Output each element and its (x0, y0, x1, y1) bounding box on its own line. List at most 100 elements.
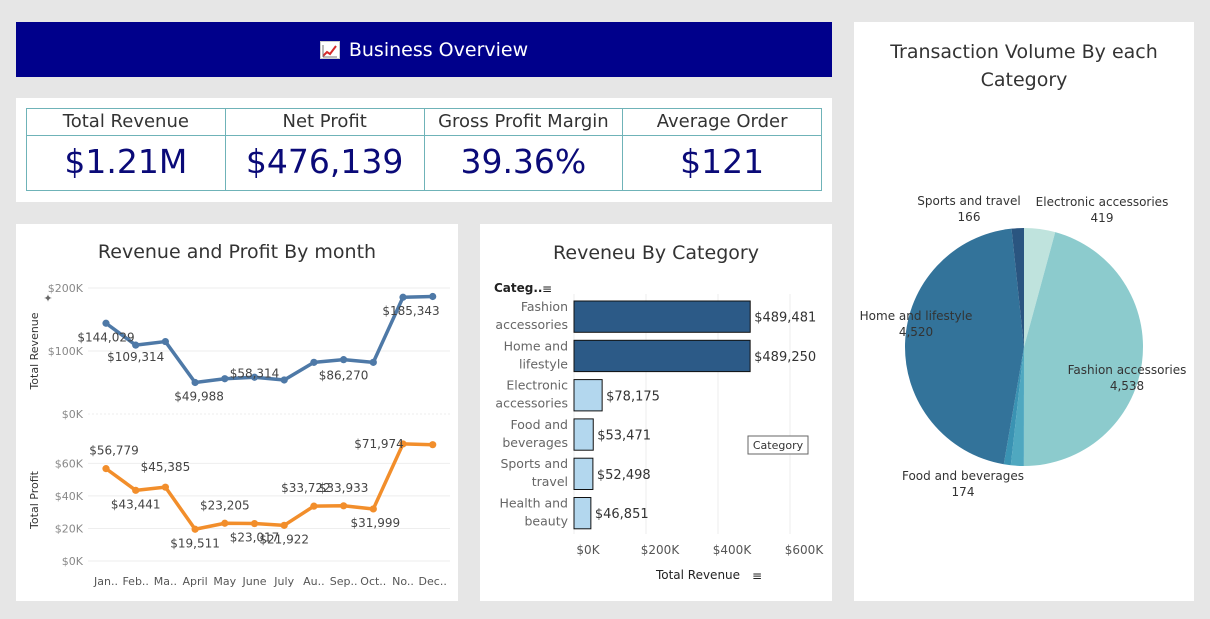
bar-value-label: $53,471 (597, 429, 651, 444)
data-label: $23,205 (200, 498, 250, 512)
category-label: Sports and (500, 456, 568, 471)
data-label: $19,511 (170, 536, 220, 550)
pie-slice-label: Food and beverages (902, 469, 1024, 483)
y-tick-label: $100K (48, 345, 84, 358)
data-point (280, 521, 288, 529)
bar (573, 457, 594, 490)
data-point (161, 483, 169, 491)
category-label: beauty (524, 514, 568, 529)
x-tick-label: Au.. (303, 575, 325, 588)
kpi-table: Total Revenue $1.21M Net Profit $476,139… (26, 108, 822, 191)
y-tick-label: $200K (48, 282, 84, 295)
x-tick-label: June (242, 575, 267, 588)
kpi-value: 39.36% (460, 142, 587, 181)
sort-icon: ≡ (542, 282, 552, 296)
x-tick-label: No.. (392, 575, 414, 588)
data-label: $185,343 (382, 304, 439, 318)
bar-value-label: $46,851 (595, 507, 649, 522)
data-point (102, 319, 110, 327)
x-tick-label: Dec.. (419, 575, 447, 588)
kpi-total-revenue[interactable]: Total Revenue $1.21M (27, 109, 226, 190)
y-axis-label: Total Revenue (28, 312, 41, 390)
transaction-volume-panel: Transaction Volume By each Category Spor… (854, 22, 1194, 601)
data-label: $45,385 (141, 460, 191, 474)
line-chart[interactable]: $0K $100K $200K Total Revenue $144,029 $109,3… (16, 224, 458, 601)
data-point (369, 505, 377, 513)
data-label: $144,029 (77, 330, 134, 344)
kpi-label: Total Revenue (27, 109, 225, 136)
pie-slice (904, 228, 1024, 465)
data-point (221, 519, 229, 527)
revenue-by-category-panel: Reveneu By Category $0K $200K $400K $600K Ca… (480, 224, 832, 601)
row-header: Categ.. (494, 281, 543, 295)
category-label: Health and (499, 496, 568, 511)
x-tick-label: Sep.. (330, 575, 358, 588)
x-tick-label: $400K (713, 543, 753, 557)
category-label: accessories (495, 396, 568, 411)
kpi-label: Average Order (623, 109, 821, 136)
category-label: Food and (511, 417, 568, 432)
y-tick-label: $0K (62, 408, 84, 421)
bar (573, 300, 751, 333)
x-tick-label: $200K (641, 543, 681, 557)
x-tick-label: Jan.. (93, 575, 118, 588)
data-point (161, 337, 169, 346)
pie-slice-label: 4,538 (1110, 379, 1144, 393)
bar-value-label: $489,481 (754, 311, 816, 326)
data-label: $49,988 (174, 390, 224, 404)
pie-slice-label: 419 (1091, 211, 1114, 225)
kpi-label: Net Profit (225, 109, 424, 136)
data-point (369, 358, 377, 366)
kpi-value: $1.21M (64, 142, 188, 181)
x-tick-label: $0K (576, 543, 600, 557)
dashboard-banner: Business Overview (16, 22, 832, 77)
data-label: $21,922 (259, 532, 309, 546)
bar-chart[interactable]: $0K $200K $400K $600KCateg.. ≡$489,481Fashio… (480, 224, 832, 601)
pie-slice-label: 166 (958, 210, 981, 224)
data-point (310, 502, 318, 510)
revenue-profit-chart-panel: Revenue and Profit By month $0K $100K $200… (16, 224, 458, 601)
bar-value-label: $489,250 (754, 350, 816, 365)
pie-slice-label: 4,520 (899, 325, 933, 339)
x-tick-label: $600K (785, 543, 825, 557)
data-label: $31,999 (350, 516, 400, 530)
data-point (280, 376, 288, 384)
pie-slice-label: 174 (952, 485, 975, 499)
data-label: $43,441 (111, 497, 161, 511)
data-point (340, 356, 348, 364)
data-label: $58,314 (230, 366, 280, 380)
x-tick-label: Feb.. (122, 575, 148, 588)
data-label: $109,314 (107, 350, 164, 364)
chart-increasing-icon (319, 40, 340, 59)
bar (573, 379, 603, 412)
bar (573, 418, 594, 451)
pie-slice-label: Electronic accessories (1036, 195, 1169, 209)
sort-icon: ≡ (752, 569, 762, 583)
y-axis-label: Total Profit (28, 470, 41, 530)
pie-slice-label: Home and lifestyle (860, 309, 973, 323)
category-label: beverages (502, 435, 568, 450)
bar (573, 339, 751, 373)
category-label: Fashion (521, 299, 568, 314)
category-label: lifestyle (519, 356, 568, 371)
x-tick-label: Ma.. (154, 575, 177, 588)
kpi-gross-profit-margin[interactable]: Gross Profit Margin 39.36% (424, 109, 624, 190)
data-label: $86,270 (319, 369, 369, 383)
kpi-net-profit[interactable]: Net Profit $476,139 (225, 109, 425, 190)
data-point (340, 502, 348, 510)
x-tick-label: May (213, 575, 236, 588)
kpi-panel: Total Revenue $1.21M Net Profit $476,139… (16, 98, 832, 202)
bar (573, 497, 592, 530)
pin-icon: ✦ (43, 292, 52, 305)
kpi-average-order[interactable]: Average Order $121 (623, 109, 821, 190)
data-point (310, 358, 318, 366)
data-point (191, 378, 199, 387)
data-point (399, 293, 407, 301)
x-axis-label: Total Revenue (655, 568, 740, 582)
category-label: Home and (504, 338, 568, 353)
page-title: Business Overview (348, 38, 529, 61)
pie-chart[interactable]: Sports and travel 166 Electronic accessori… (854, 22, 1194, 601)
x-tick-label: July (273, 575, 294, 588)
x-tick-label: Oct.. (360, 575, 386, 588)
y-tick-label: $60K (55, 457, 84, 470)
